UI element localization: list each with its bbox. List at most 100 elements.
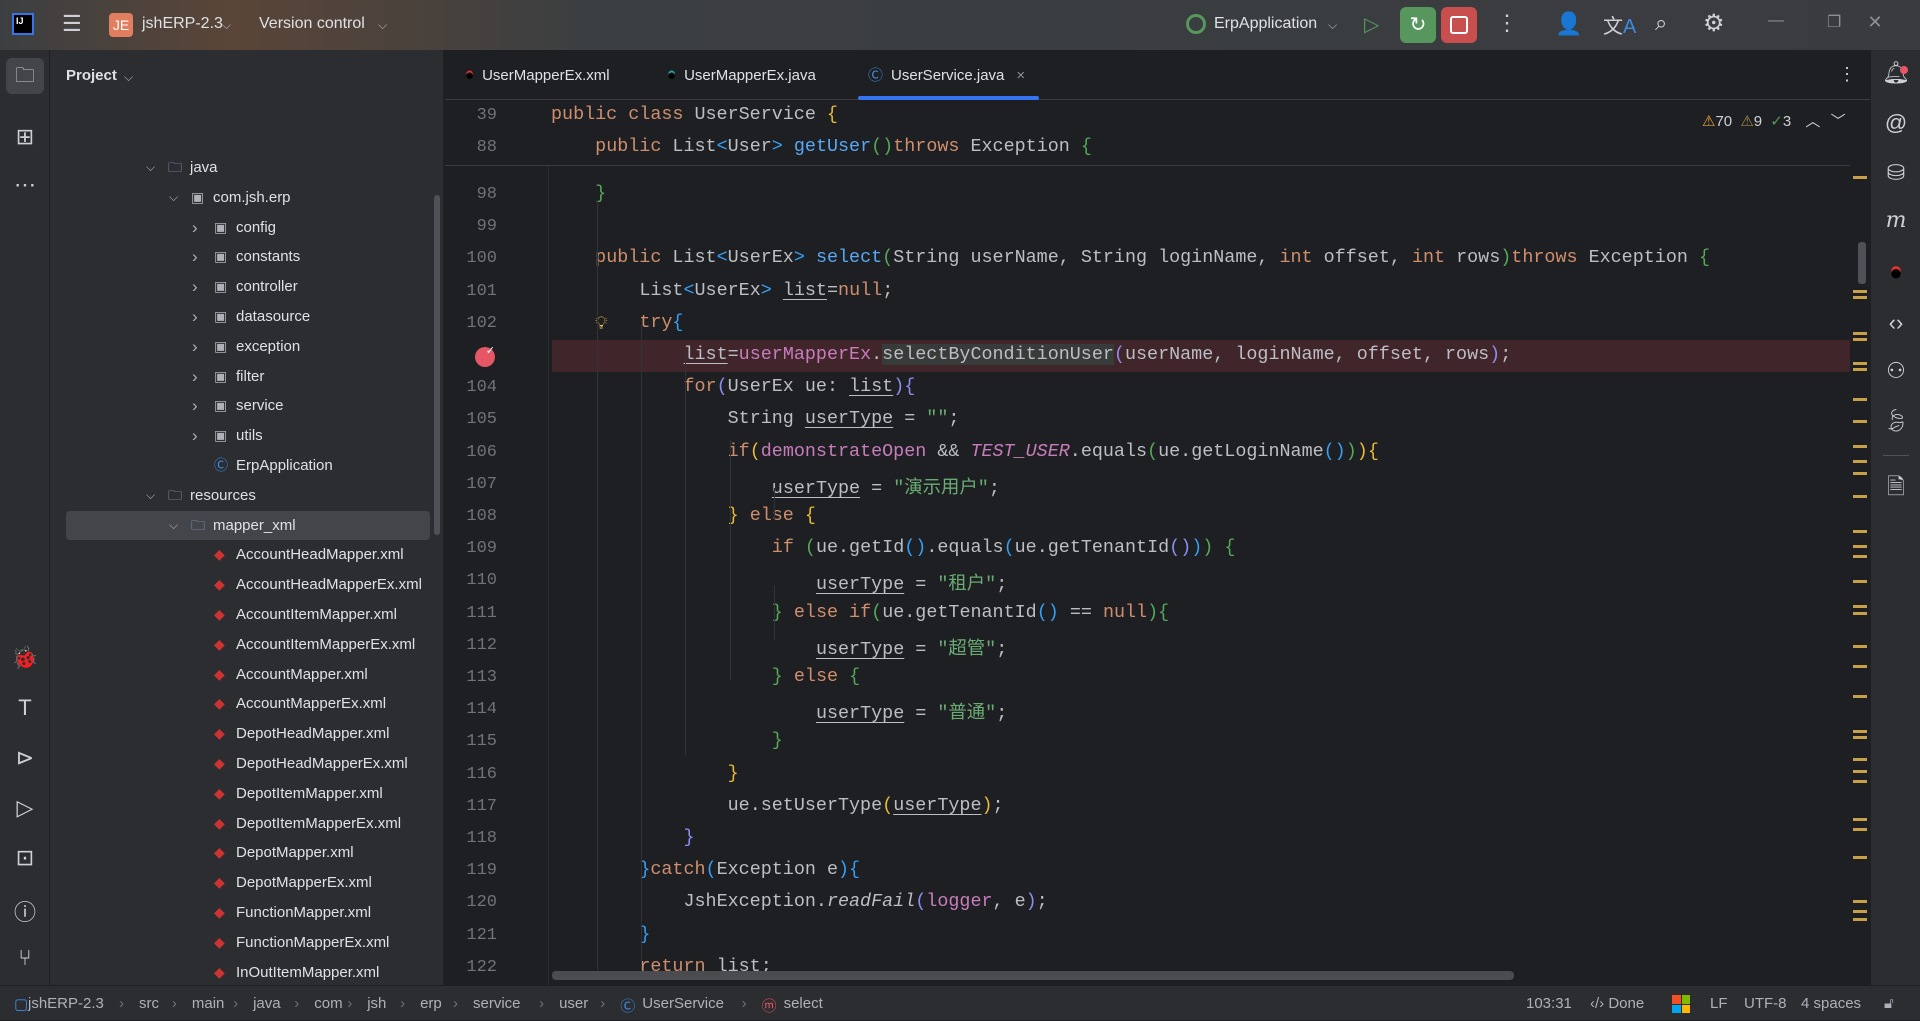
tree-item[interactable]: › ▣ controller xyxy=(50,272,430,301)
code-line[interactable]: userType = "普通"; xyxy=(816,698,1007,724)
debug-icon[interactable]: 🐞 xyxy=(0,645,50,671)
breadcrumb-item[interactable]: com xyxy=(314,995,342,1012)
more-icon[interactable]: ⋮ xyxy=(1496,10,1518,36)
tree-item[interactable]: ◆ DepotItemMapper.xml xyxy=(50,779,430,808)
next-highlight-icon[interactable]: ﹀ xyxy=(1831,113,1846,130)
tree-item[interactable]: ◆ AccountMapperEx.xml xyxy=(50,689,430,718)
error-stripe-mark[interactable] xyxy=(1853,856,1867,859)
git-icon[interactable]: ⑂ xyxy=(0,945,50,971)
error-stripe-mark[interactable] xyxy=(1853,758,1867,761)
error-stripe-mark[interactable] xyxy=(1853,420,1867,423)
code-line[interactable]: } xyxy=(683,827,694,848)
maven-icon[interactable]: m xyxy=(1871,208,1920,233)
tree-item[interactable]: ⌵ ▣ com.jsh.erp xyxy=(50,183,430,212)
code-line[interactable]: } else if(ue.getTenantId() == null){ xyxy=(772,602,1169,623)
tree-item[interactable]: ⌵ 🗀 java xyxy=(50,153,430,182)
code-line[interactable]: list=userMapperEx.selectByConditionUser(… xyxy=(683,344,1511,365)
code-line[interactable]: if (ue.getId().equals(ue.getTenantId()))… xyxy=(772,537,1236,558)
error-stripe-mark[interactable] xyxy=(1853,780,1867,783)
tab-usermapperex-java[interactable]: ● UserMapperEx.java xyxy=(667,50,816,100)
error-stripe-mark[interactable] xyxy=(1853,362,1867,365)
tree-item[interactable]: ◆ AccountItemMapperEx.xml xyxy=(50,630,430,659)
code-line[interactable]: String userType = ""; xyxy=(728,408,960,429)
breadcrumb-item[interactable]: java xyxy=(253,995,281,1012)
error-stripe-mark[interactable] xyxy=(1853,645,1867,648)
code-line[interactable]: ue.setUserType(userType); xyxy=(728,795,1004,816)
endpoints-icon[interactable]: ‹› xyxy=(1871,310,1920,336)
structure-icon[interactable]: ⊞ xyxy=(0,124,50,150)
build-icon[interactable]: T xyxy=(0,695,50,721)
error-stripe-mark[interactable] xyxy=(1853,445,1867,448)
error-stripe-mark[interactable] xyxy=(1853,818,1867,821)
error-stripe-mark[interactable] xyxy=(1853,555,1867,558)
code-line[interactable]: public List<UserEx> select(String userNa… xyxy=(595,247,1710,268)
chevron-right-icon[interactable]: › xyxy=(192,213,198,242)
project-switcher[interactable]: jshERP-2.3 xyxy=(142,15,223,33)
code-line[interactable]: List<UserEx> list=null; xyxy=(639,280,893,301)
indent-setting[interactable]: 4 spaces xyxy=(1801,995,1861,1012)
chevron-down-icon[interactable]: ⌵ xyxy=(146,481,155,510)
tree-item[interactable]: › ▣ service xyxy=(50,391,430,420)
chevron-right-icon[interactable]: › xyxy=(192,391,198,420)
error-stripe-mark[interactable] xyxy=(1853,296,1867,299)
breadcrumb-item[interactable]: jshERP-2.3 xyxy=(28,995,104,1012)
restore-icon[interactable]: ❐ xyxy=(1827,12,1841,32)
problems-icon[interactable]: ⓘ xyxy=(0,895,50,927)
stop-button[interactable] xyxy=(1441,7,1477,43)
hierarchy-icon[interactable]: ⚇ xyxy=(1871,358,1920,384)
line-separator[interactable]: LF xyxy=(1710,995,1728,1012)
tree-item[interactable]: ◆ AccountHeadMapperEx.xml xyxy=(50,570,430,599)
error-stripe-mark[interactable] xyxy=(1853,530,1867,533)
ai-status[interactable]: ‹/› Done xyxy=(1590,995,1644,1012)
tab-userservice-java[interactable]: Ⓒ UserService.java × xyxy=(858,50,1040,100)
chevron-right-icon[interactable]: › xyxy=(192,242,198,271)
chevron-down-icon[interactable]: ⌵ xyxy=(378,18,387,33)
breadcrumb-item[interactable]: UserService xyxy=(642,995,724,1012)
tree-item[interactable]: ◆ DepotItemMapperEx.xml xyxy=(50,809,430,838)
tree-item[interactable]: ◆ FunctionMapper.xml xyxy=(50,898,430,927)
error-stripe-mark[interactable] xyxy=(1853,472,1867,475)
error-stripe-mark[interactable] xyxy=(1853,545,1867,548)
error-stripe-mark[interactable] xyxy=(1853,910,1867,913)
more-tools-icon[interactable]: ⋯ xyxy=(0,172,50,198)
chevron-down-icon[interactable]: ⌵ xyxy=(146,153,155,182)
chevron-right-icon[interactable]: › xyxy=(192,421,198,450)
error-stripe-mark[interactable] xyxy=(1853,900,1867,903)
tabs-more-icon[interactable]: ⋮ xyxy=(1838,64,1856,85)
breadcrumb-item[interactable]: service xyxy=(473,995,521,1012)
error-stripe-mark[interactable] xyxy=(1853,176,1867,179)
breadcrumb-item[interactable]: jsh xyxy=(367,995,386,1012)
breakpoint-icon[interactable]: ✓ xyxy=(475,346,495,367)
code-editor[interactable]: 98} 99 100 public List<UserEx> select(Strin… xyxy=(445,100,1870,985)
error-stripe-mark[interactable] xyxy=(1853,730,1867,733)
code-line[interactable]: } else { xyxy=(728,505,816,526)
tab-usermapperex-xml[interactable]: ● UserMapperEx.xml xyxy=(465,50,610,100)
spring-icon[interactable]: 🍃︎ xyxy=(1871,408,1920,434)
inspection-widget[interactable]: ⚠70 ⚠9 ✓3 ︿ ﹀ xyxy=(1702,110,1846,131)
code-line[interactable]: userType = "租户"; xyxy=(816,569,1007,595)
chevron-right-icon[interactable]: › xyxy=(192,302,198,331)
error-stripe-mark[interactable] xyxy=(1853,918,1867,921)
horizontal-scrollbar[interactable] xyxy=(552,971,1514,980)
tree-item[interactable]: ◆ DepotMapper.xml xyxy=(50,838,430,867)
project-badge[interactable]: JE xyxy=(109,13,133,37)
breadcrumb-item[interactable]: src xyxy=(139,995,159,1012)
translate-icon[interactable]: 文A xyxy=(1603,10,1636,39)
error-stripe-mark[interactable] xyxy=(1853,665,1867,668)
tree-scrollbar[interactable] xyxy=(434,195,440,535)
chevron-right-icon[interactable]: › xyxy=(192,332,198,361)
code-line[interactable]: JshException.readFail(logger, e); xyxy=(683,891,1047,912)
error-stripe-mark[interactable] xyxy=(1853,460,1867,463)
lock-icon[interactable]: 🔓︎ xyxy=(1884,995,1894,1012)
error-stripe-mark[interactable] xyxy=(1853,580,1867,583)
tree-item[interactable]: › ▣ datasource xyxy=(50,302,430,331)
services-icon[interactable]: ⊳ xyxy=(0,745,50,771)
breadcrumb-item[interactable]: main xyxy=(192,995,225,1012)
error-stripe-mark[interactable] xyxy=(1853,695,1867,698)
tree-item[interactable]: ◆ FunctionMapperEx.xml xyxy=(50,928,430,957)
code-line[interactable]: } xyxy=(772,730,783,751)
breadcrumb-item[interactable]: erp xyxy=(420,995,442,1012)
tree-item[interactable]: ◆ AccountMapper.xml xyxy=(50,660,430,689)
caret-position[interactable]: 103:31 xyxy=(1526,995,1572,1012)
project-tool-button[interactable]: 🗀 xyxy=(6,58,44,94)
